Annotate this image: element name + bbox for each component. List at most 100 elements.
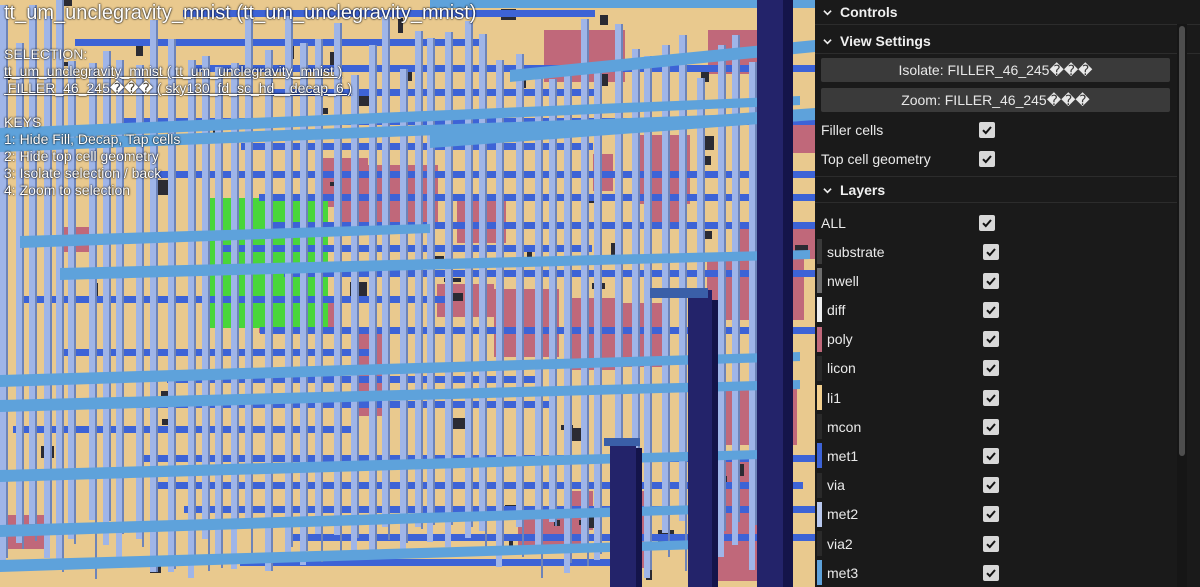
layer-color-swatch (817, 239, 822, 264)
layer-label: mcon (827, 418, 862, 435)
layer-color-swatch (817, 297, 822, 323)
layer-checkbox-via[interactable] (983, 477, 999, 494)
layer-checkbox-via2[interactable] (983, 535, 999, 552)
checkmark-icon (986, 539, 996, 548)
controls-panel: Controls View Settings Isolate: FILLER_4… (815, 0, 1200, 587)
met2-wire (415, 31, 421, 527)
key-hint: 1: Hide Fill, Decap, Tap cells (4, 131, 181, 147)
top-cell-geometry-label: Top cell geometry (821, 150, 931, 167)
layer-checkbox-met1[interactable] (983, 447, 999, 464)
met2-shade (471, 21, 473, 527)
met2-wire (749, 62, 755, 570)
checkmark-icon (986, 247, 996, 256)
3d-layout-viewport[interactable]: tt_um_unclegravity_mnist (tt_um_unclegra… (0, 0, 815, 587)
layer-label: via2 (827, 535, 853, 552)
checkmark-icon (986, 481, 996, 490)
met4-pillar (610, 440, 636, 587)
met4-pillar-shade (636, 448, 642, 587)
filler-cells-toggle-row: Filler cells (815, 115, 1177, 144)
layer-row-substrate: substrate (815, 237, 1177, 266)
layer-row-met3: met3 (815, 558, 1177, 587)
layer-checkbox-substrate[interactable] (983, 243, 999, 260)
layer-color-swatch (817, 326, 822, 352)
checkmark-icon (982, 154, 992, 163)
contact-gap (705, 136, 714, 150)
layer-all-label: ALL (821, 214, 846, 231)
met2-shade (600, 64, 602, 554)
met2-wire (644, 56, 650, 578)
selection-line-top[interactable]: tt_um_unclegravity_mnist ( tt_um_unclegr… (4, 63, 352, 80)
controls-label: Controls (840, 4, 898, 20)
layers-label: Layers (840, 182, 886, 198)
layer-checkbox-met3[interactable] (983, 564, 999, 581)
layer-checkbox-met2[interactable] (983, 506, 999, 523)
met4-cap (650, 288, 708, 298)
contact-gap (453, 418, 466, 429)
key-hint: 2: Hide top cell geometry (4, 148, 159, 164)
met2-wire (535, 71, 541, 554)
met2-shade (541, 71, 543, 578)
key-hint: 3: Isolate selection / back (4, 165, 162, 181)
layer-label: met2 (827, 506, 859, 523)
selection-info: SELECTION: tt_um_unclegravity_mnist ( tt… (4, 46, 352, 199)
met2-shade (570, 68, 572, 563)
controls-folder-header[interactable]: Controls (815, 0, 1200, 25)
layer-label: via (827, 477, 845, 494)
layer-row-via2: via2 (815, 529, 1177, 558)
layer-label: poly (827, 331, 853, 348)
checkmark-icon (986, 306, 996, 315)
met4-pillar-shade (712, 300, 718, 587)
checkmark-icon (986, 335, 996, 344)
contact-gap (705, 231, 712, 239)
layer-color-swatch (817, 385, 822, 410)
checkmark-icon (986, 569, 996, 578)
top-cell-geometry-checkbox[interactable] (979, 150, 995, 167)
met2-wire (594, 64, 600, 560)
met2-shade (451, 32, 453, 525)
layer-checkbox-nwell[interactable] (983, 272, 999, 289)
met2-shade (685, 35, 687, 571)
layer-all-checkbox[interactable] (979, 214, 995, 231)
met2-wire (382, 16, 388, 527)
layer-color-swatch (817, 472, 822, 498)
met4-pillar-shade (783, 0, 793, 587)
layer-label: substrate (827, 243, 885, 260)
met4-pillar (688, 290, 712, 587)
layer-checkbox-diff[interactable] (983, 301, 999, 318)
filler-cells-checkbox[interactable] (979, 121, 995, 138)
met2-shade (421, 31, 423, 529)
view-settings-label: View Settings (840, 33, 931, 49)
met4-cap (604, 438, 640, 446)
top-cell-geometry-toggle-row: Top cell geometry (815, 144, 1177, 173)
layers-folder-header[interactable]: Layers (815, 178, 1177, 203)
met2-shade (650, 56, 652, 570)
layer-row-mcon: mcon (815, 412, 1177, 441)
checkmark-icon (986, 452, 996, 461)
layer-checkbox-poly[interactable] (983, 331, 999, 348)
layer-color-swatch (817, 531, 822, 556)
met2-shade (406, 69, 408, 543)
checkmark-icon (986, 423, 996, 432)
layer-color-swatch (817, 443, 822, 469)
layer-row-poly: poly (815, 325, 1177, 354)
panel-scrollbar-thumb[interactable] (1179, 26, 1185, 456)
selection-line-cell[interactable]: FILLER_46_245��� ( sky130_fd_sc_hd__deca… (4, 80, 352, 97)
chevron-down-icon (823, 38, 832, 44)
layer-row-li1: li1 (815, 383, 1177, 412)
layer-all-row: ALL (815, 208, 1177, 237)
checkmark-icon (982, 125, 992, 134)
chevron-down-icon (823, 9, 832, 15)
isolate-button[interactable]: Isolate: FILLER_46_245��� (821, 58, 1170, 82)
view-settings-folder-header[interactable]: View Settings (815, 29, 1200, 54)
layer-row-met2: met2 (815, 500, 1177, 529)
layer-checkbox-li1[interactable] (983, 389, 999, 406)
layer-checkbox-mcon[interactable] (983, 418, 999, 435)
met1-wire (75, 39, 486, 46)
checkmark-icon (986, 364, 996, 373)
met2-shade (738, 35, 740, 522)
met2-wire (564, 68, 570, 573)
met2-wire (732, 35, 738, 545)
layer-checkbox-licon[interactable] (983, 360, 999, 377)
layer-row-licon: licon (815, 354, 1177, 383)
zoom-button[interactable]: Zoom: FILLER_46_245��� (821, 88, 1170, 112)
